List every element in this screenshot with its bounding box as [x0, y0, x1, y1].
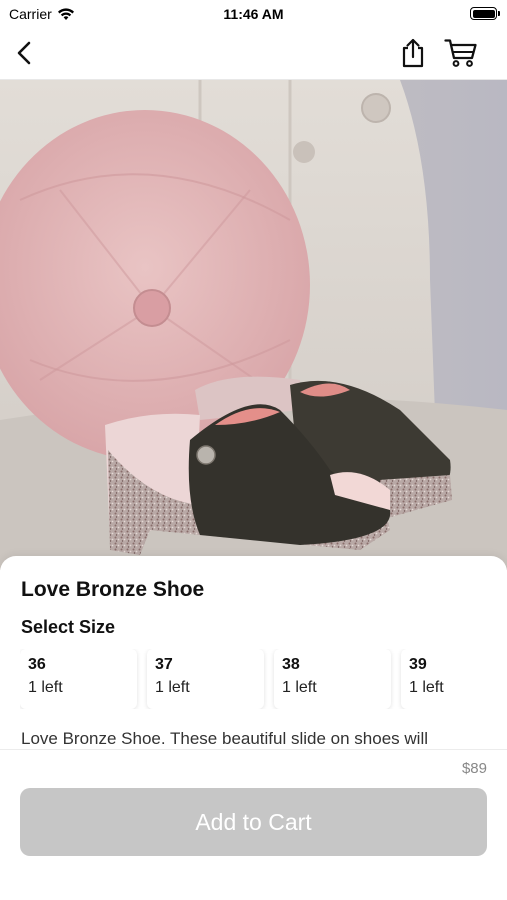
size-option-39[interactable]: 39 1 left: [401, 649, 507, 709]
battery-icon: [470, 7, 500, 20]
size-value: 38: [282, 656, 300, 673]
size-stock: 1 left: [409, 679, 444, 696]
product-price: $89: [461, 760, 487, 777]
size-option-37[interactable]: 37 1 left: [147, 649, 264, 709]
purchase-bar: $89 Add to Cart: [0, 749, 507, 900]
product-image: [0, 80, 507, 570]
size-stock: 1 left: [282, 679, 317, 696]
nav-bar: [0, 28, 507, 80]
size-value: 37: [155, 656, 173, 673]
size-value: 39: [409, 656, 427, 673]
share-icon: [402, 38, 424, 68]
add-to-cart-button[interactable]: Add to Cart: [20, 788, 487, 856]
status-bar: Carrier 11:46 AM: [0, 0, 507, 28]
cart-button[interactable]: [444, 36, 478, 70]
chevron-left-icon: [17, 41, 31, 65]
share-button[interactable]: [396, 36, 430, 70]
back-button[interactable]: [8, 36, 42, 70]
product-description: Love Bronze Shoe. These beautiful slide …: [21, 729, 428, 748]
size-option-38[interactable]: 38 1 left: [274, 649, 391, 709]
size-stock: 1 left: [155, 679, 190, 696]
cart-icon: [444, 39, 477, 67]
status-time: 11:46 AM: [223, 6, 284, 22]
product-details-sheet: Love Bronze Shoe Select Size 36 1 left 3…: [0, 556, 507, 751]
size-value: 36: [28, 656, 46, 673]
product-title: Love Bronze Shoe: [21, 578, 205, 601]
size-option-36[interactable]: 36 1 left: [20, 649, 137, 709]
select-size-heading: Select Size: [21, 617, 116, 637]
size-options: 36 1 left 37 1 left 38 1 left 39 1 left: [20, 649, 507, 709]
size-stock: 1 left: [28, 679, 63, 696]
